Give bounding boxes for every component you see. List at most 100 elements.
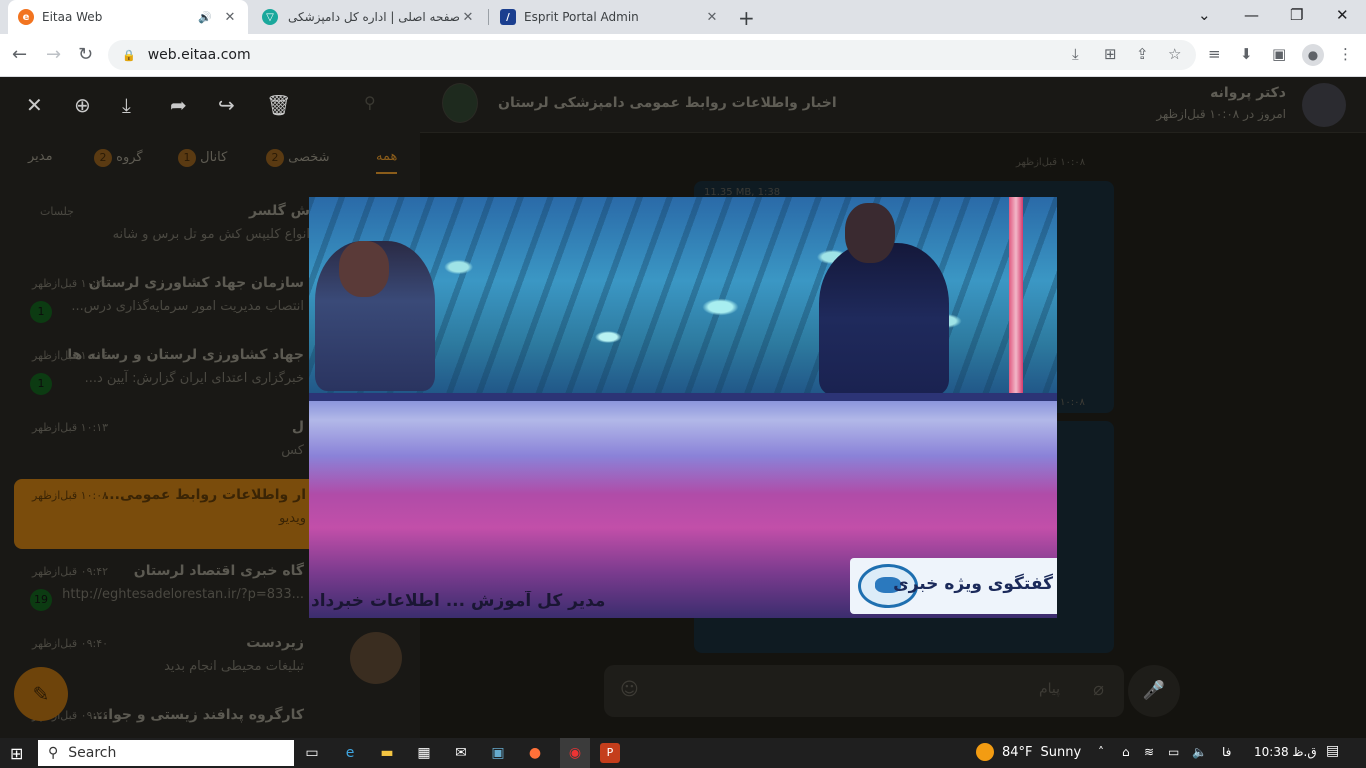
close-icon[interactable]: ✕: [26, 93, 43, 117]
channel-title[interactable]: اخبار واطلاعات روابط عمومی دامپزشکی لرست…: [498, 95, 837, 111]
minimize-icon[interactable]: —: [1244, 6, 1259, 24]
address-bar[interactable]: 🔒 web.eitaa.com: [108, 40, 1196, 70]
avatar: [350, 632, 402, 684]
compose-pencil-icon[interactable]: ✎: [14, 667, 68, 721]
sender-status: امروز در ۱۰:۰۸ قبل‌ازظهر: [1156, 107, 1286, 121]
task-view-icon[interactable]: ▭: [302, 743, 322, 763]
avatar[interactable]: [1302, 83, 1346, 127]
studio-light-stripe: [1009, 197, 1023, 397]
browser-tab-strip: e Eitaa Web 🔊 ✕ ▽ صفحه اصلی | اداره کل د…: [0, 0, 1366, 34]
zoom-in-icon[interactable]: ⊕: [74, 93, 91, 117]
powerpoint-icon[interactable]: P: [600, 743, 620, 763]
reload-icon[interactable]: ↻: [78, 44, 93, 65]
unread-badge: 19: [30, 589, 52, 611]
clock[interactable]: 10:38 ق.ظ: [1254, 745, 1317, 759]
tab-separator: [488, 9, 489, 25]
windows-taskbar: ⊞ ⚲ Search ▭ e ▬ ▦ ✉ ▣ ● ◉ P 84°F Sunny …: [0, 738, 1366, 768]
tab-all[interactable]: همه: [376, 149, 398, 174]
chevron-up-icon[interactable]: ˄: [1098, 745, 1104, 759]
media-control-icon[interactable]: ≡: [1208, 45, 1221, 63]
chrome-icon[interactable]: ◉: [565, 743, 585, 763]
tab-title: Esprit Portal Admin: [524, 10, 639, 24]
forward-nav-icon[interactable]: →: [46, 44, 61, 65]
network-icon[interactable]: ▭: [1168, 745, 1179, 759]
bookmark-star-icon[interactable]: ☆: [1168, 45, 1181, 63]
mail-icon[interactable]: ✉: [451, 743, 471, 763]
menu-kebab-icon[interactable]: ⋮: [1338, 45, 1353, 63]
emoji-icon[interactable]: ☺: [620, 679, 639, 700]
chat-filter-tabs: همه شخصی 2 کانال 1 گروه 2 مدیر: [0, 141, 420, 181]
tab-admin[interactable]: مدیر: [28, 149, 53, 164]
program-title: گفتگوی ویژه خبری: [893, 574, 1053, 594]
speaker-icon[interactable]: 🔊: [198, 11, 212, 24]
tab-group[interactable]: گروه 2: [90, 149, 143, 167]
restore-icon[interactable]: ❐: [1290, 6, 1303, 24]
share-page-icon[interactable]: ⇪: [1136, 45, 1149, 63]
tab-title: صفحه اصلی | اداره کل دامپزشکی: [288, 10, 460, 24]
host-head: [845, 203, 895, 263]
close-tab-icon[interactable]: ✕: [704, 10, 720, 25]
channel-avatar[interactable]: [442, 83, 478, 123]
program-logo-box: گفتگوی ویژه خبری: [850, 558, 1057, 614]
message-time: ۱۰:۰۸: [1060, 397, 1085, 408]
browser-toolbar: ← → ↻ 🔒 web.eitaa.com ⤓ ⊞ ⇪ ☆ ≡ ⬇ ▣ ● ⋮: [0, 34, 1366, 77]
unread-badge: 1: [30, 373, 52, 395]
tab-personal[interactable]: شخصی 2: [262, 149, 330, 167]
close-tab-icon[interactable]: ✕: [460, 10, 476, 25]
weather-widget[interactable]: 84°F Sunny: [976, 743, 1081, 761]
screen: e Eitaa Web 🔊 ✕ ▽ صفحه اصلی | اداره کل د…: [0, 0, 1366, 768]
back-icon[interactable]: ←: [12, 44, 27, 65]
edge-icon[interactable]: e: [340, 743, 360, 763]
desk-edge: [309, 393, 1057, 401]
firefox-icon[interactable]: ●: [525, 743, 545, 763]
language-indicator[interactable]: فا: [1222, 745, 1231, 759]
attach-icon[interactable]: ⌀: [1093, 679, 1104, 700]
close-window-icon[interactable]: ✕: [1336, 6, 1349, 24]
eitaa-favicon-icon: e: [18, 9, 34, 25]
unread-badge: 1: [30, 301, 52, 323]
guest-head: [339, 241, 389, 297]
tab-eitaa[interactable]: e Eitaa Web 🔊 ✕: [8, 0, 248, 34]
tab-vet-office[interactable]: ▽ صفحه اصلی | اداره کل دامپزشکی ✕: [252, 0, 486, 34]
tab-search-chevron-icon[interactable]: ⌄: [1198, 6, 1211, 24]
tab-title: Eitaa Web: [42, 10, 103, 24]
esprit-favicon-icon: /: [500, 9, 516, 25]
message-composer[interactable]: ☺ پیام ⌀: [604, 665, 1124, 717]
remote-desktop-icon[interactable]: ▣: [488, 743, 508, 763]
message-time: ۱۰:۰۸ قبل‌ازظهر: [1016, 157, 1086, 168]
forward-icon[interactable]: ➦: [170, 93, 187, 117]
lock-icon[interactable]: 🔒: [122, 49, 136, 62]
taskbar-search[interactable]: ⚲ Search: [38, 740, 294, 766]
shield-favicon-icon: ▽: [262, 9, 278, 25]
share-icon[interactable]: ↪: [218, 93, 235, 117]
side-panel-icon[interactable]: ▣: [1272, 45, 1286, 63]
host-figure: [819, 243, 949, 395]
download-icon[interactable]: ⤓: [122, 93, 131, 117]
media-viewer-toolbar: ✕ ⊕ ⤓ ➦ ↪ 🗑 ⚲: [0, 77, 420, 133]
notifications-icon[interactable]: ▤: [1326, 743, 1339, 759]
chat-header: اخبار واطلاعات روابط عمومی دامپزشکی لرست…: [420, 77, 1366, 133]
store-icon[interactable]: ▦: [414, 743, 434, 763]
tab-channel[interactable]: کانال 1: [174, 149, 227, 167]
new-tab-icon[interactable]: +: [738, 6, 755, 30]
windows-start-icon[interactable]: ⊞: [10, 744, 23, 763]
wifi-icon[interactable]: ≋: [1144, 745, 1154, 759]
tab-esprit[interactable]: / Esprit Portal Admin ✕: [490, 0, 730, 34]
search-icon[interactable]: ⚲: [364, 93, 376, 112]
video-player[interactable]: گفتگوی ویژه خبری مدیر کل آموزش ... اطلاع…: [309, 197, 1057, 618]
microphone-icon[interactable]: 🎤: [1128, 665, 1180, 717]
downloads-icon[interactable]: ⬇: [1240, 45, 1253, 63]
install-app-icon[interactable]: ⊞: [1104, 45, 1117, 63]
volume-icon[interactable]: 🔈: [1192, 745, 1207, 759]
url-text: web.eitaa.com: [147, 47, 251, 63]
news-ticker: مدیر کل آموزش ... اطلاعات خبرداد: [311, 591, 606, 611]
file-explorer-icon[interactable]: ▬: [377, 743, 397, 763]
delete-icon[interactable]: 🗑: [266, 93, 291, 117]
message-input[interactable]: پیام: [1039, 681, 1060, 697]
download-page-icon[interactable]: ⤓: [1072, 45, 1079, 63]
close-tab-icon[interactable]: ✕: [222, 10, 238, 25]
sun-icon: [976, 743, 994, 761]
meet-icon[interactable]: ⌂: [1122, 745, 1130, 759]
search-icon: ⚲: [48, 745, 59, 761]
profile-avatar-icon[interactable]: ●: [1302, 44, 1324, 66]
